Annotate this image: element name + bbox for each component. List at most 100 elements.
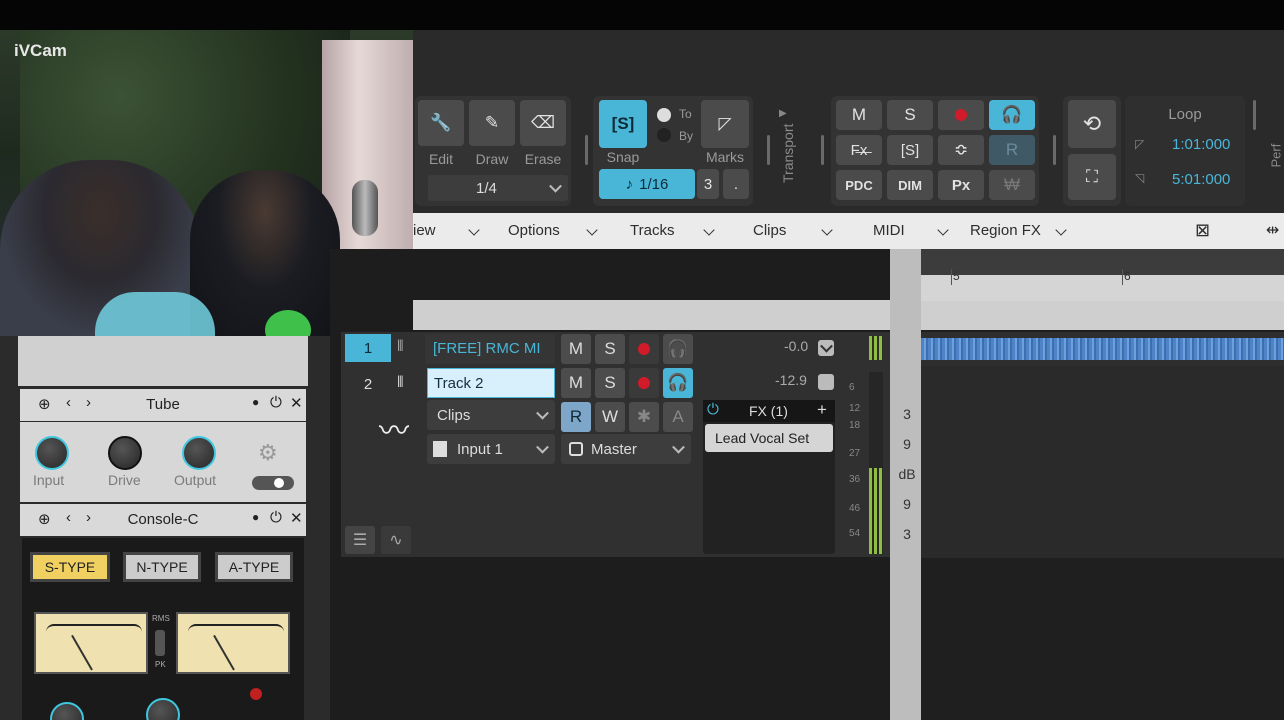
snap-button[interactable]: [S]	[599, 100, 647, 148]
list-icon[interactable]: ☰	[345, 526, 375, 554]
dim-button[interactable]: DIM	[887, 170, 933, 200]
track-2-volume[interactable]: -12.9	[775, 372, 807, 388]
monitor-all-button[interactable]: 🎧	[989, 100, 1035, 130]
fx-power-icon[interactable]: ⏻	[707, 401, 719, 418]
top-bar	[0, 0, 1284, 30]
read-automation-button[interactable]: R	[561, 402, 591, 432]
track-1-meter	[869, 336, 883, 360]
settings-icon[interactable]: ●	[252, 510, 259, 524]
settings-icon[interactable]: ●	[252, 395, 259, 409]
fit-loop-button[interactable]: ⛶	[1068, 154, 1116, 200]
meter-scale-18: 18	[849, 420, 861, 431]
track-2-expand-button[interactable]	[818, 374, 834, 390]
menu-tracks[interactable]: Tracks	[630, 222, 674, 239]
automation-mode-button[interactable]: ✱	[629, 402, 659, 432]
menu-midi[interactable]: MIDI	[873, 222, 905, 239]
pdc-button[interactable]: PDC	[836, 170, 882, 200]
db-scale-9-top: 9	[903, 436, 911, 452]
envelope-icon[interactable]: ∿	[381, 526, 411, 554]
snap-by-radio[interactable]	[657, 128, 671, 142]
marks-label: Marks	[705, 149, 745, 165]
track-1-volume[interactable]: -0.0	[784, 338, 808, 354]
automation-a-button[interactable]: A	[663, 402, 693, 432]
expand-icon[interactable]: ⇹	[1266, 220, 1279, 240]
n-type-button[interactable]: N-TYPE	[123, 552, 201, 582]
track-2-monitor-button[interactable]: 🎧	[663, 368, 693, 398]
track-1-number[interactable]: 1	[345, 334, 391, 362]
toggle-switch[interactable]	[252, 476, 294, 490]
read-automation-all-button[interactable]: R	[989, 135, 1035, 165]
snap-to-radio[interactable]	[657, 108, 671, 122]
input-dropdown[interactable]: Input 1	[427, 434, 555, 464]
headphones-icon: 🎧	[667, 373, 689, 392]
rms-pk-switch[interactable]	[155, 630, 165, 656]
add-fx-icon[interactable]: +	[817, 400, 827, 420]
output-dropdown[interactable]: Master	[561, 434, 691, 464]
solo-bracket-button[interactable]: [S]	[887, 135, 933, 165]
track-2-number[interactable]: 2	[345, 370, 391, 398]
timeline-ruler[interactable]: 5 6	[921, 249, 1284, 301]
meter-scale-46: 46	[849, 503, 861, 514]
record-all-button[interactable]	[938, 100, 984, 130]
track-1-solo-button[interactable]: S	[595, 334, 625, 364]
fx-preset-item[interactable]: Lead Vocal Set	[705, 424, 833, 452]
triplet-button[interactable]: 3	[697, 169, 719, 199]
power-icon[interactable]: ⏻	[270, 509, 282, 526]
menu-options[interactable]: Options	[508, 222, 560, 239]
dotted-button[interactable]: .	[723, 169, 749, 199]
track-2-name[interactable]: Track 2	[427, 368, 555, 398]
track-1-type-icon: ⦀	[397, 338, 404, 355]
waves-button[interactable]: ₩	[989, 170, 1035, 200]
console-led	[250, 688, 262, 700]
s-type-button[interactable]: S-TYPE	[30, 552, 110, 582]
ripple-button[interactable]: ≎	[938, 135, 984, 165]
edit-tool-button[interactable]: 🔧	[418, 100, 464, 146]
track-1-collapse-button[interactable]	[818, 339, 834, 356]
loop-start-value[interactable]: 1:01:000	[1172, 136, 1230, 153]
track-1-mute-button[interactable]: M	[561, 334, 591, 364]
mute-all-button[interactable]: M	[836, 100, 882, 130]
power-icon[interactable]: ⏻	[270, 394, 282, 411]
tube-plugin-header: ⊕ ‹ › Tube ● ⏻ ✕	[20, 389, 306, 421]
a-type-button[interactable]: A-TYPE	[215, 552, 293, 582]
marks-button[interactable]: ◸	[701, 100, 749, 148]
clips-dropdown[interactable]: Clips	[427, 400, 555, 430]
track-2-arm-button[interactable]	[629, 368, 659, 398]
draw-tool-button[interactable]: ✎	[469, 100, 515, 146]
snap-to-label: To	[679, 107, 692, 121]
track-2-mute-button[interactable]: M	[561, 368, 591, 398]
close-icon[interactable]: ✕	[290, 394, 303, 412]
vst-scan-icon[interactable]: ⊠	[1195, 220, 1210, 241]
menu-clips[interactable]: Clips	[753, 222, 786, 239]
close-icon[interactable]: ✕	[290, 509, 303, 527]
menu-region-fx[interactable]: Region FX	[970, 222, 1041, 239]
track-1-monitor-button[interactable]: 🎧	[663, 334, 693, 364]
person-right	[190, 170, 340, 336]
loop-toggle-button[interactable]: ⟲	[1068, 100, 1116, 148]
panel-divider[interactable]	[890, 249, 921, 720]
chevron-down-icon	[821, 224, 833, 236]
snap-value-button[interactable]: ♪ 1/16	[599, 169, 695, 199]
snap-by-label: By	[679, 129, 694, 143]
vu-meter-right	[176, 612, 290, 674]
meter-scale-27: 27	[849, 448, 861, 459]
track-2-solo-button[interactable]: S	[595, 368, 625, 398]
drive-knob[interactable]	[108, 436, 142, 470]
loop-end-value[interactable]: 5:01:000	[1172, 171, 1230, 188]
split-bar[interactable]	[413, 300, 1284, 330]
menu-view[interactable]: iew	[413, 222, 436, 239]
solo-all-button[interactable]: S	[887, 100, 933, 130]
output-knob[interactable]	[182, 436, 216, 470]
track-1-arm-button[interactable]	[629, 334, 659, 364]
px-button[interactable]: Px	[938, 170, 984, 200]
erase-tool-button[interactable]: ⌫	[520, 100, 566, 146]
track-1-name[interactable]: [FREE] RMC MI	[425, 334, 555, 364]
write-automation-button[interactable]: W	[595, 402, 625, 432]
input-knob[interactable]	[35, 436, 69, 470]
play-icon[interactable]: ▶	[779, 108, 787, 119]
gear-icon[interactable]: ⚙	[258, 440, 278, 466]
audio-clip-waveform[interactable]	[921, 338, 1284, 360]
fx-bypass-button[interactable]: F̶x̶	[836, 135, 882, 165]
arrange-view[interactable]	[921, 330, 1284, 720]
quantize-dropdown[interactable]: 1/4	[428, 175, 568, 201]
